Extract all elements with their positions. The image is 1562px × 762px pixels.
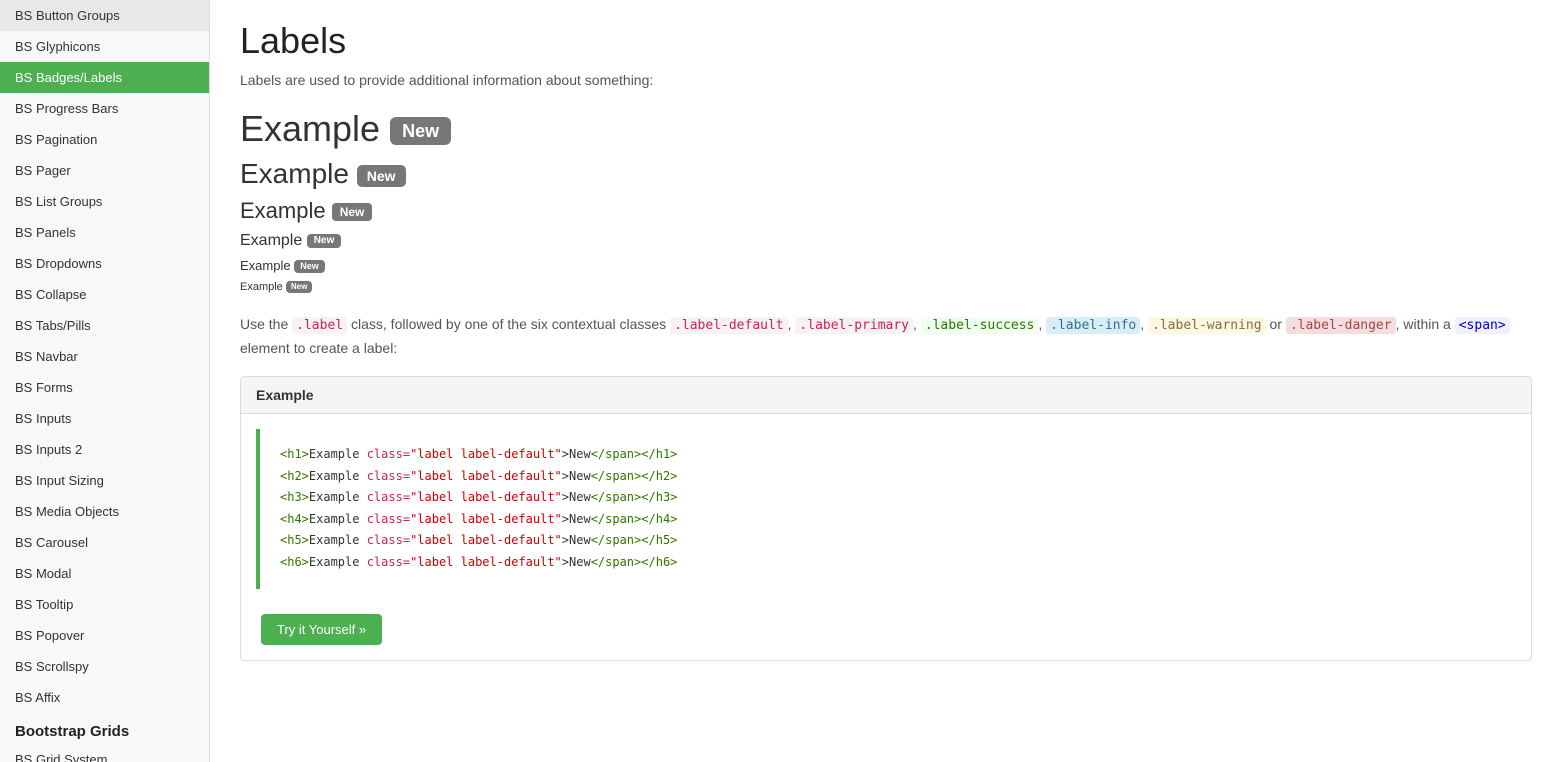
example-row-3: Example New [240,198,1532,224]
code-line-5: <h5>Example class="label label-default">… [280,530,1496,552]
example-label-1: New [390,117,451,145]
info-text: Use the .label class, followed by one of… [240,313,1532,361]
class-info: .label-info [1046,317,1140,334]
sidebar-item-scrollspy[interactable]: BS Scrollspy [0,651,209,682]
label-class-ref: .label [292,317,347,334]
sidebar-item-popover[interactable]: BS Popover [0,620,209,651]
example-heading-2: Example New [240,158,406,190]
page-title: Labels [240,20,1532,62]
sidebar-item-modal[interactable]: BS Modal [0,558,209,589]
sidebar-item-progress-bars[interactable]: BS Progress Bars [0,93,209,124]
subtitle: Labels are used to provide additional in… [240,72,1532,88]
sidebar-item-inputs[interactable]: BS Inputs [0,403,209,434]
example-label-2: New [357,165,406,187]
sidebar: BS Button GroupsBS GlyphiconsBS Badges/L… [0,0,210,762]
example-row-5: Example New [240,258,1532,273]
sidebar-item-media-objects[interactable]: BS Media Objects [0,496,209,527]
span-tag-ref: <span> [1455,317,1510,334]
sidebar-item-tooltip[interactable]: BS Tooltip [0,589,209,620]
example-row-4: Example New [240,232,1532,250]
grids-section-header: Bootstrap Grids [0,713,209,744]
sidebar-item-pager[interactable]: BS Pager [0,155,209,186]
example-heading-5: Example New [240,258,325,273]
sidebar-item-panels[interactable]: BS Panels [0,217,209,248]
sidebar-item-pagination[interactable]: BS Pagination [0,124,209,155]
example-row-6: Example New [240,281,1532,293]
example-label-3: New [332,203,373,221]
sidebar-item-tabs-pills[interactable]: BS Tabs/Pills [0,310,209,341]
example-heading-6: Example New [240,281,312,293]
example-row-2: Example New [240,158,1532,190]
class-default: .label-default [670,317,788,334]
example-label-4: New [307,234,342,248]
sidebar-item-button-groups[interactable]: BS Button Groups [0,0,209,31]
code-example-header: Example [241,377,1531,414]
sidebar-item-grid-system[interactable]: BS Grid System [0,744,209,762]
sidebar-item-glyphicons[interactable]: BS Glyphicons [0,31,209,62]
code-line-4: <h4>Example class="label label-default">… [280,509,1496,531]
class-primary: .label-primary [795,317,913,334]
code-line-3: <h3>Example class="label label-default">… [280,487,1496,509]
class-danger: .label-danger [1286,317,1396,334]
code-line-1: <h1>Example class="label label-default">… [280,444,1496,466]
example-row-1: Example New [240,108,1532,150]
sidebar-item-inputs2[interactable]: BS Inputs 2 [0,434,209,465]
example-heading-4: Example New [240,232,341,250]
example-label-6: New [286,281,312,293]
main-content: Labels Labels are used to provide additi… [210,0,1562,762]
sidebar-item-forms[interactable]: BS Forms [0,372,209,403]
code-line-2: <h2>Example class="label label-default">… [280,466,1496,488]
example-heading-3: Example New [240,198,372,224]
code-example-box: Example <h1>Example class="label label-d… [240,376,1532,661]
sidebar-item-badges-labels[interactable]: BS Badges/Labels [0,62,209,93]
sidebar-item-list-groups[interactable]: BS List Groups [0,186,209,217]
code-line-6: <h6>Example class="label label-default">… [280,552,1496,574]
examples-container: Example New Example New Example New Example… [240,108,1532,293]
class-warning: .label-warning [1148,317,1266,334]
sidebar-item-affix[interactable]: BS Affix [0,682,209,713]
sidebar-item-carousel[interactable]: BS Carousel [0,527,209,558]
try-it-button[interactable]: Try it Yourself » [261,614,382,645]
sidebar-item-navbar[interactable]: BS Navbar [0,341,209,372]
code-block: <h1>Example class="label label-default">… [256,429,1516,589]
sidebar-item-input-sizing[interactable]: BS Input Sizing [0,465,209,496]
class-success: .label-success [921,317,1039,334]
sidebar-item-collapse[interactable]: BS Collapse [0,279,209,310]
example-label-5: New [294,260,325,273]
sidebar-item-dropdowns[interactable]: BS Dropdowns [0,248,209,279]
example-heading-1: Example New [240,108,451,150]
